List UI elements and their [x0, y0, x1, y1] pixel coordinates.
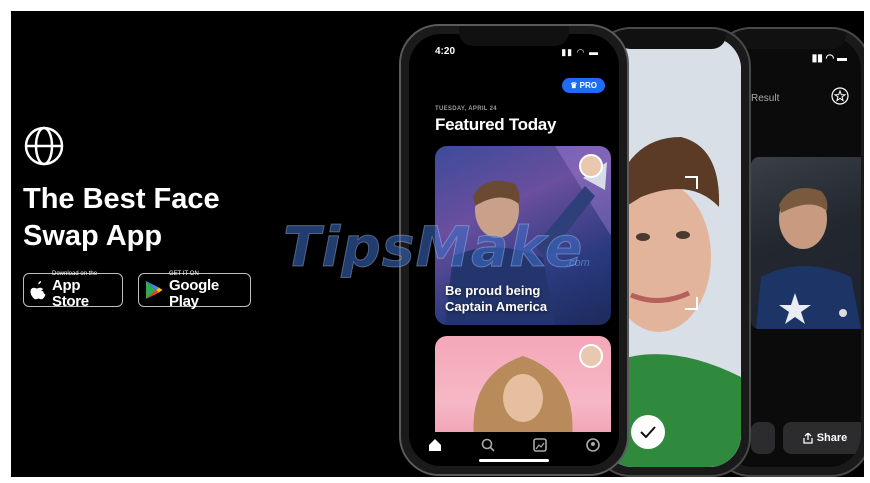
capture-button[interactable]	[631, 415, 665, 449]
card-caption-line-1: Be proud being	[445, 283, 541, 298]
headline: The Best Face Swap App	[23, 181, 220, 255]
status-time: 4:20	[435, 46, 456, 57]
phone-notch	[736, 29, 846, 49]
home-indicator	[479, 459, 549, 462]
home-icon[interactable]	[428, 438, 442, 452]
app-store-label: App Store	[52, 276, 89, 310]
result-title: Result	[751, 93, 780, 104]
featured-card-singer[interactable]	[435, 336, 611, 446]
phone-notch	[616, 29, 726, 49]
pro-badge[interactable]: ♛ PRO	[562, 78, 605, 93]
google-play-button[interactable]: GET IT ON Google Play	[138, 271, 251, 310]
checkmark-icon	[640, 426, 656, 438]
search-icon[interactable]	[481, 438, 495, 452]
google-play-icon	[146, 281, 163, 299]
secondary-action-button[interactable]	[751, 422, 775, 454]
globe-logo-icon	[24, 126, 64, 166]
profile-icon[interactable]	[585, 438, 600, 452]
user-avatar	[579, 154, 603, 178]
card-caption: Be proud being Captain America	[445, 283, 547, 315]
share-label: Share	[816, 432, 848, 444]
watermark-domain: .com	[566, 257, 590, 269]
watermark: TipsMake	[282, 215, 584, 280]
share-button[interactable]: Share	[783, 422, 861, 454]
headline-line-2: Swap App	[23, 220, 163, 252]
share-icon	[803, 432, 813, 444]
headline-line-1: The Best Face	[23, 183, 220, 215]
status-bar-icons: ▮▮ ◠ ▬	[561, 47, 599, 57]
app-store-button[interactable]: Download on the App Store	[23, 271, 123, 310]
featured-heading: Featured Today	[435, 115, 557, 134]
promo-banner: The Best Face Swap App Download on the A…	[11, 11, 864, 477]
phone-notch	[459, 26, 569, 46]
user-avatar	[579, 344, 603, 368]
google-play-label: Google Play	[169, 276, 219, 310]
date-label: TUESDAY, APRIL 24	[435, 106, 497, 112]
apple-icon	[30, 280, 46, 299]
status-bar-icons: ▮▮ ◠ ▬	[811, 53, 847, 64]
card-caption-line-2: Captain America	[445, 299, 548, 314]
star-icon[interactable]	[831, 87, 849, 105]
result-photo	[751, 157, 861, 329]
gallery-icon[interactable]	[533, 438, 548, 452]
